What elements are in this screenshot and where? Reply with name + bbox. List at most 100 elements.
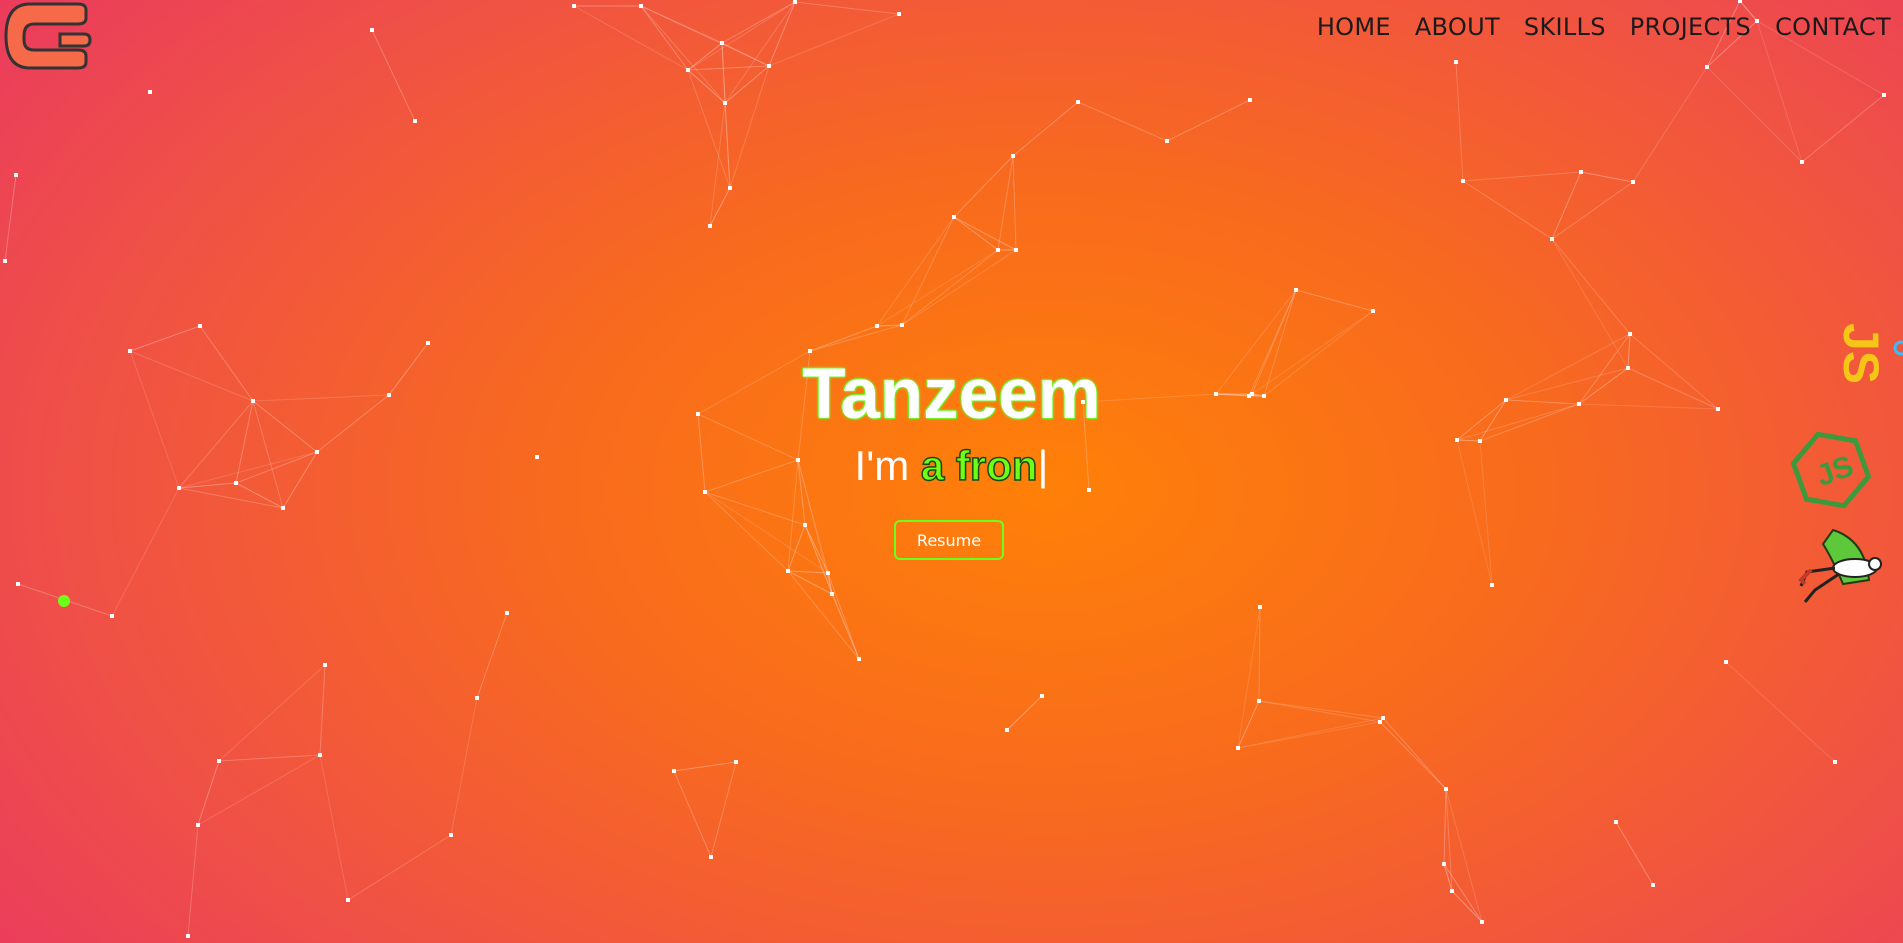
network-node — [128, 349, 132, 353]
network-link — [901, 216, 955, 326]
network-node — [198, 324, 202, 328]
network-link — [1725, 661, 1836, 763]
network-link — [721, 42, 770, 67]
network-node — [1450, 889, 1454, 893]
network-node — [767, 64, 771, 68]
network-link — [1756, 20, 1803, 163]
network-link — [787, 570, 829, 574]
network-node — [1705, 65, 1709, 69]
network-link — [573, 5, 689, 71]
network-node — [808, 349, 812, 353]
network-node — [830, 592, 834, 596]
network-node — [1800, 160, 1804, 164]
network-node — [1378, 720, 1382, 724]
network-link — [709, 102, 726, 227]
network-link — [319, 664, 326, 756]
network-link — [1077, 101, 1168, 142]
network-link — [1706, 66, 1803, 163]
network-node — [1442, 862, 1446, 866]
network-link — [111, 487, 180, 617]
nav-home[interactable]: HOME — [1305, 12, 1403, 42]
network-link — [787, 570, 860, 660]
resume-button[interactable]: Resume — [894, 520, 1004, 560]
network-link — [371, 29, 416, 122]
network-link — [876, 216, 955, 327]
network-link — [768, 13, 900, 67]
network-node — [572, 4, 576, 8]
network-link — [319, 754, 349, 901]
network-node — [1738, 0, 1742, 3]
network-node — [1724, 660, 1728, 664]
network-node — [708, 224, 712, 228]
network-link — [1012, 155, 1017, 251]
network-link — [687, 42, 723, 71]
network-link — [673, 770, 712, 858]
network-link — [197, 754, 321, 826]
network-node — [1444, 787, 1448, 791]
network-link — [1580, 171, 1634, 183]
network-link — [1615, 821, 1654, 886]
network-link — [1443, 863, 1483, 923]
network-node — [1381, 716, 1385, 720]
network-node — [1076, 100, 1080, 104]
network-link — [831, 593, 860, 660]
network-link — [218, 754, 321, 762]
network-node — [110, 614, 114, 618]
network-node — [1454, 60, 1458, 64]
network-link — [704, 491, 806, 526]
network-link — [1462, 180, 1553, 240]
network-node — [1490, 583, 1494, 587]
network-node — [449, 833, 453, 837]
nav-skills[interactable]: SKILLS — [1512, 12, 1618, 42]
network-link — [724, 1, 796, 104]
network-node — [1165, 139, 1169, 143]
network-node — [1294, 288, 1298, 292]
network-node — [703, 490, 707, 494]
network-link — [347, 834, 452, 901]
network-node — [709, 855, 713, 859]
nav-about[interactable]: ABOUT — [1403, 12, 1512, 42]
network-link — [129, 325, 201, 352]
network-node — [857, 657, 861, 661]
network-link — [1445, 788, 1483, 923]
superhero-icon — [1798, 528, 1882, 603]
network-link — [197, 760, 220, 826]
hero-subtitle: I'm a fron| — [0, 441, 1903, 490]
network-link — [1295, 289, 1374, 312]
network-node — [217, 759, 221, 763]
network-node — [1628, 332, 1632, 336]
network-link — [1166, 99, 1251, 142]
network-link — [1258, 700, 1381, 723]
network-link — [1258, 606, 1261, 702]
network-node — [952, 215, 956, 219]
network-link — [794, 1, 900, 15]
network-link — [476, 612, 508, 699]
network-link — [1443, 788, 1447, 865]
nav-projects[interactable]: PROJECTS — [1618, 12, 1763, 42]
network-node — [639, 4, 643, 8]
network-node — [875, 324, 879, 328]
network-node — [793, 0, 797, 4]
logo-icon[interactable] — [0, 0, 92, 78]
network-link — [1237, 721, 1381, 749]
cursor-dot — [58, 595, 70, 607]
network-link — [997, 155, 1014, 251]
network-node — [16, 582, 20, 586]
network-node — [3, 259, 7, 263]
network-link — [827, 572, 860, 660]
network-node — [370, 28, 374, 32]
nav-contact[interactable]: CONTACT — [1763, 12, 1903, 42]
network-link — [1551, 238, 1631, 335]
network-node — [1882, 93, 1886, 97]
network-node — [323, 663, 327, 667]
network-link — [1237, 717, 1384, 749]
network-node — [734, 760, 738, 764]
network-link — [1237, 700, 1260, 749]
network-node — [148, 90, 152, 94]
network-link — [687, 65, 770, 71]
network-link — [709, 187, 731, 227]
network-link — [673, 761, 737, 772]
network-link — [953, 216, 999, 251]
network-link — [1632, 66, 1708, 183]
network-node — [1005, 728, 1009, 732]
